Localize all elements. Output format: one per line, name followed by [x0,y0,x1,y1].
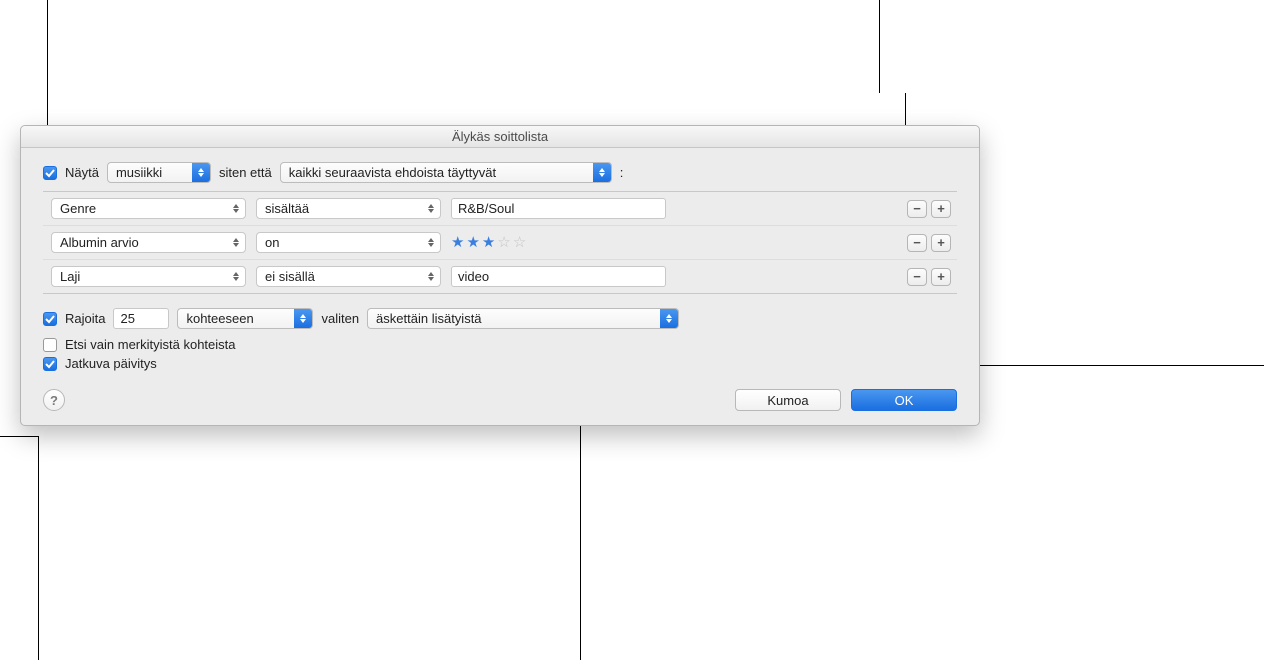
rule-operator-popup[interactable]: ei sisällä [256,266,441,287]
limit-selecting-label: valiten [321,311,359,326]
star-icon: ★ [482,235,495,250]
rule-pm-group: −+ [907,234,951,252]
window-title: Älykäs soittolista [21,126,979,148]
updown-icon [422,199,440,218]
checked-only-label: Etsi vain merkityistä kohteista [65,337,236,352]
match-show-label: Näytä [65,165,99,180]
dialog-content: Näytä musiikki siten että kaikki seuraav… [21,148,979,425]
updown-icon [227,233,245,252]
limit-count-input[interactable]: 25 [113,308,169,329]
remove-rule-button[interactable]: − [907,234,927,252]
rule-field-popup[interactable]: Albumin arvio [51,232,246,253]
limit-label: Rajoita [65,311,105,326]
rule-value-input[interactable]: R&B/Soul [451,198,666,219]
remove-rule-button[interactable]: − [907,268,927,286]
add-rule-button[interactable]: + [931,200,951,218]
remove-rule-button[interactable]: − [907,200,927,218]
rule-pm-group: −+ [907,200,951,218]
rule-operator-popup[interactable]: on [256,232,441,253]
cancel-button[interactable]: Kumoa [735,389,841,411]
check-icon [45,359,55,369]
add-rule-button[interactable]: + [931,234,951,252]
rule-value-stars[interactable]: ★★★☆☆ [451,235,666,250]
checked-only-checkbox[interactable] [43,338,57,352]
rule-row: Laji ei sisällä video −+ [43,259,957,293]
callout-line [580,401,581,660]
callout-line [38,436,39,660]
match-checkbox[interactable] [43,166,57,180]
limit-row: Rajoita 25 kohteeseen valiten äskettäin … [43,308,957,329]
star-icon: ★ [466,235,479,250]
match-colon: : [620,165,624,180]
updown-icon [660,309,678,328]
live-updating-row: Jatkuva päivitys [43,356,957,371]
star-icon: ★ [451,235,464,250]
updown-icon [227,267,245,286]
rule-field-popup[interactable]: Genre [51,198,246,219]
ok-button[interactable]: OK [851,389,957,411]
live-updating-checkbox[interactable] [43,357,57,371]
updown-icon [294,309,312,328]
updown-icon [192,163,210,182]
star-icon: ☆ [513,235,526,250]
live-updating-label: Jatkuva päivitys [65,356,157,371]
rule-operator-popup[interactable]: sisältää [256,198,441,219]
limit-checkbox[interactable] [43,312,57,326]
check-icon [45,168,55,178]
updown-icon [422,233,440,252]
match-condition-popup[interactable]: kaikki seuraavista ehdoista täyttyvät [280,162,612,183]
callout-line [0,436,38,437]
limit-by-popup[interactable]: äskettäin lisätyistä [367,308,679,329]
add-rule-button[interactable]: + [931,268,951,286]
dialog-footer: ? Kumoa OK [43,389,957,411]
updown-icon [422,267,440,286]
rule-field-popup[interactable]: Laji [51,266,246,287]
match-so-that-label: siten että [219,165,272,180]
rule-pm-group: −+ [907,268,951,286]
rule-row: Albumin arvioon★★★☆☆−+ [43,225,957,259]
rule-row: Genre sisältää R&B/Soul −+ [43,192,957,225]
match-row: Näytä musiikki siten että kaikki seuraav… [43,162,957,183]
updown-icon [593,163,611,182]
callout-line [879,0,880,93]
checked-only-row: Etsi vain merkityistä kohteista [43,337,957,352]
smart-playlist-dialog: Älykäs soittolista Näytä musiikki siten … [20,125,980,426]
rule-value-input[interactable]: video [451,266,666,287]
check-icon [45,314,55,324]
star-icon: ☆ [497,235,510,250]
media-popup[interactable]: musiikki [107,162,211,183]
help-button[interactable]: ? [43,389,65,411]
rules-list: GenresisältääR&B/Soul−+Albumin arvioon★★… [43,191,957,294]
limit-items-popup[interactable]: kohteeseen [177,308,313,329]
updown-icon [227,199,245,218]
